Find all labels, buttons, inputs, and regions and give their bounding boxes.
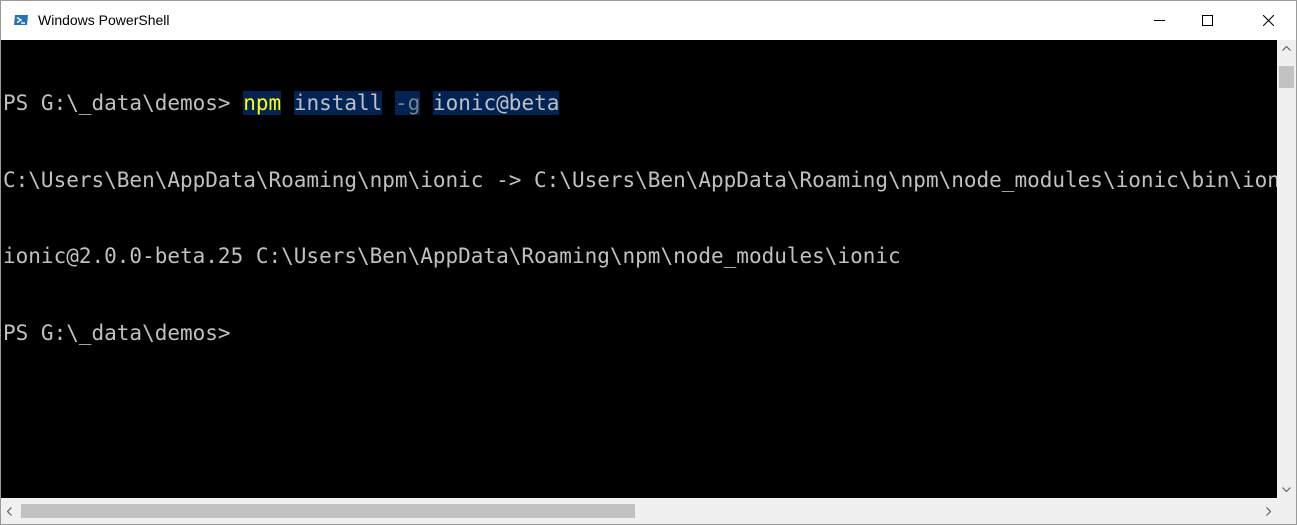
maximize-icon bbox=[1201, 15, 1213, 26]
scroll-right-button[interactable] bbox=[1260, 498, 1277, 524]
chevron-down-icon bbox=[1282, 487, 1291, 492]
argument-token: install bbox=[293, 91, 383, 115]
horizontal-scrollbar[interactable] bbox=[1, 498, 1277, 524]
minimize-button[interactable] bbox=[1136, 1, 1182, 40]
prompt: PS G:\_data\demos> bbox=[3, 91, 244, 115]
powershell-icon[interactable] bbox=[13, 12, 29, 28]
command-token: npm bbox=[243, 91, 282, 115]
vertical-scroll-thumb[interactable] bbox=[1279, 66, 1294, 88]
powershell-window: Windows PowerShell PS G:\_data\demos> np… bbox=[0, 0, 1297, 525]
horizontal-scroll-thumb[interactable] bbox=[21, 504, 635, 518]
console-line: PS G:\_data\demos> npm install -g ionic@… bbox=[1, 91, 1277, 117]
console-line: PS G:\_data\demos> bbox=[1, 321, 1277, 347]
console-output[interactable]: PS G:\_data\demos> npm install -g ionic@… bbox=[1, 40, 1277, 498]
argument-token: ionic@beta bbox=[432, 91, 560, 115]
vertical-scrollbar[interactable] bbox=[1277, 40, 1296, 498]
chevron-right-icon bbox=[1266, 506, 1271, 516]
close-button[interactable] bbox=[1245, 1, 1291, 40]
close-icon bbox=[1262, 15, 1274, 26]
scroll-up-button[interactable] bbox=[1277, 40, 1296, 57]
prompt: PS G:\_data\demos> bbox=[3, 320, 244, 345]
minimize-icon bbox=[1153, 20, 1165, 21]
parameter-token: -g bbox=[394, 91, 421, 115]
window-title: Windows PowerShell bbox=[38, 12, 170, 28]
scroll-left-button[interactable] bbox=[1, 498, 18, 524]
chevron-left-icon bbox=[7, 506, 12, 516]
title-bar[interactable]: Windows PowerShell bbox=[1, 1, 1296, 40]
maximize-button[interactable] bbox=[1184, 1, 1230, 40]
console-line: C:\Users\Ben\AppData\Roaming\npm\ionic -… bbox=[3, 167, 1277, 192]
chevron-up-icon bbox=[1282, 46, 1291, 51]
scroll-down-button[interactable] bbox=[1277, 481, 1296, 498]
console-line: ionic@2.0.0-beta.25 C:\Users\Ben\AppData… bbox=[3, 244, 901, 268]
scrollbar-corner bbox=[1277, 498, 1296, 524]
